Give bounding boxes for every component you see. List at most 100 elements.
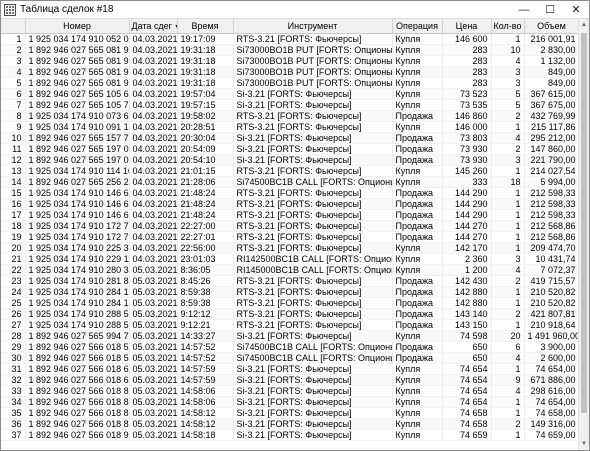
cell-price: 143 140 (442, 308, 492, 320)
cell-quantity: 4 (491, 55, 525, 67)
cell-instrument: Si-3.21 [FORTS: Фьючерсы] (233, 385, 393, 397)
cell-quantity: 10 (491, 44, 525, 56)
cell-trade-number: 1 892 946 027 566 018 811 (25, 385, 130, 397)
column-header-price[interactable]: Цена (442, 19, 492, 34)
table-row[interactable]: 12 1 892 946 027 565 197 030 04.03.2021 20:… (1, 154, 579, 166)
table-row[interactable]: 28 1 892 946 027 565 994 758 05.03.2021 14:… (1, 330, 579, 342)
cell-instrument: Si-3.21 [FORTS: Фьючерсы] (233, 99, 393, 111)
cell-quantity: 1 (491, 165, 525, 177)
table-row[interactable]: 31 1 892 946 027 566 018 685 05.03.2021 14:… (1, 363, 579, 375)
table-row[interactable]: 14 1 892 946 027 565 256 277 04.03.2021 21:… (1, 176, 579, 188)
cell-quantity: 3 (491, 253, 525, 265)
cell-trade-time: 19:31:18 (177, 44, 234, 56)
table-row[interactable]: 35 1 892 946 027 566 018 897 05.03.2021 14:… (1, 407, 579, 419)
cell-trade-number: 1 925 034 174 910 091 199 (25, 121, 130, 133)
cell-trade-time: 19:31:18 (177, 66, 234, 78)
scrollbar-thumb[interactable] (581, 33, 587, 413)
table-row[interactable]: 15 1 925 034 174 910 146 611 04.03.2021 21:… (1, 187, 579, 199)
table-row[interactable]: 25 1 925 034 174 910 284 160 05.03.2021 8:5… (1, 297, 579, 309)
cell-volume: 214 027,54 (524, 165, 579, 177)
cell-instrument: Si73000BO1B PUT [FORTS: Опционы] (233, 44, 393, 56)
table-row[interactable]: 23 1 925 034 174 910 281 888 05.03.2021 8:4… (1, 275, 579, 287)
column-header-date[interactable]: Дата сдег▼ (129, 19, 178, 34)
cell-instrument: Si-3.21 [FORTS: Фьючерсы] (233, 330, 393, 342)
cell-price: 145 260 (442, 165, 492, 177)
title-bar[interactable]: Таблица сделок #18 — ☐ ✕ (1, 1, 589, 19)
table-row[interactable]: 51 892 946 027 565 081 987 04.03.2021 19:3… (1, 77, 579, 89)
cell-operation: Продажа (392, 198, 443, 210)
table-row[interactable]: 21 892 946 027 565 081 984 04.03.2021 19:3… (1, 44, 579, 56)
table-row[interactable]: 13 1 925 034 174 910 114 162 04.03.2021 21:… (1, 165, 579, 177)
cell-volume: 7 072,37 (524, 264, 579, 276)
table-row[interactable]: 32 1 892 946 027 566 018 686 05.03.2021 14:… (1, 374, 579, 386)
cell-trade-date: 04.03.2021 (129, 66, 178, 78)
cell-trade-date: 04.03.2021 (129, 187, 178, 199)
table-row[interactable]: 37 1 892 946 027 566 018 971 05.03.2021 14:… (1, 429, 579, 441)
cell-volume: 367 675,00 (524, 99, 579, 111)
cell-row-index: 18 (1, 220, 26, 232)
column-header-operation[interactable]: Операция (392, 19, 443, 34)
table-row[interactable]: 21 1 925 034 174 910 229 113 04.03.2021 23:… (1, 253, 579, 265)
table-row[interactable]: 81 925 034 174 910 073 687 04.03.2021 19:5… (1, 110, 579, 122)
column-header-time[interactable]: Время (177, 19, 234, 34)
table-row[interactable]: 41 892 946 027 565 081 986 04.03.2021 19:3… (1, 66, 579, 78)
table-row[interactable]: 29 1 892 946 027 566 018 553 05.03.2021 14:… (1, 341, 579, 353)
column-header-number[interactable]: Номер (25, 19, 130, 34)
minimize-button[interactable]: — (511, 1, 537, 19)
table-row[interactable]: 16 1 925 034 174 910 146 612 04.03.2021 21:… (1, 198, 579, 210)
cell-trade-number: 1 892 946 027 566 018 897 (25, 407, 130, 419)
table-row[interactable]: 36 1 892 946 027 566 018 898 05.03.2021 14:… (1, 418, 579, 430)
table-row[interactable]: 31 892 946 027 565 081 985 04.03.2021 19:3… (1, 55, 579, 67)
column-header-instrument[interactable]: Инструмент (233, 19, 393, 34)
table-row[interactable]: 17 1 925 034 174 910 146 613 04.03.2021 21:… (1, 209, 579, 221)
cell-price: 144 290 (442, 198, 492, 210)
cell-price: 73 930 (442, 154, 492, 166)
column-header-qty[interactable]: Кол-во (491, 19, 525, 34)
cell-trade-time: 9:12:21 (177, 319, 234, 331)
maximize-button[interactable]: ☐ (537, 1, 563, 19)
cell-price: 650 (442, 341, 492, 353)
table-row[interactable]: 27 1 925 034 174 910 288 530 05.03.2021 9:1… (1, 319, 579, 331)
table-row[interactable]: 19 1 925 034 174 910 172 790 04.03.2021 22:… (1, 231, 579, 243)
table-row[interactable]: 10 1 892 946 027 565 157 755 04.03.2021 20:… (1, 132, 579, 144)
table-row[interactable]: 91 925 034 174 910 091 199 04.03.2021 20:2… (1, 121, 579, 133)
cell-trade-date: 05.03.2021 (129, 396, 178, 408)
cell-price: 146 000 (442, 121, 492, 133)
cell-price: 74 658 (442, 407, 492, 419)
column-header-num[interactable] (1, 19, 26, 34)
table-row[interactable]: 11 925 034 174 910 052 048 04.03.2021 19:1… (1, 33, 579, 45)
cell-trade-time: 14:33:27 (177, 330, 234, 342)
cell-volume: 74 658,00 (524, 407, 579, 419)
cell-trade-time: 21:01:15 (177, 165, 234, 177)
close-button[interactable]: ✕ (563, 1, 589, 19)
table-row[interactable]: 33 1 892 946 027 566 018 811 05.03.2021 14:… (1, 385, 579, 397)
cell-row-index: 12 (1, 154, 26, 166)
cell-row-index: 33 (1, 385, 26, 397)
table-row[interactable]: 24 1 925 034 174 910 284 159 05.03.2021 8:5… (1, 286, 579, 298)
cell-row-index: 31 (1, 363, 26, 375)
scroll-up-icon[interactable]: ▲ (579, 19, 589, 31)
cell-row-index: 3 (1, 55, 26, 67)
cell-instrument: Si73000BO1B PUT [FORTS: Опционы] (233, 77, 393, 89)
cell-trade-number: 1 892 946 027 565 197 029 (25, 143, 130, 155)
cell-trade-date: 04.03.2021 (129, 88, 178, 100)
cell-volume: 1 132,00 (524, 55, 579, 67)
cell-instrument: Si74500BC1B CALL [FORTS: Опционы] (233, 341, 393, 353)
cell-volume: 212 568,86 (524, 220, 579, 232)
table-row[interactable]: 34 1 892 946 027 566 018 812 05.03.2021 14:… (1, 396, 579, 408)
scroll-down-icon[interactable]: ▼ (579, 438, 589, 450)
cell-trade-date: 04.03.2021 (129, 110, 178, 122)
table-row[interactable]: 61 892 946 027 565 105 608 04.03.2021 19:5… (1, 88, 579, 100)
cell-operation: Продажа (392, 231, 443, 243)
table-row[interactable]: 18 1 925 034 174 910 172 789 04.03.2021 22:… (1, 220, 579, 232)
cell-operation: Продажа (392, 209, 443, 221)
table-row[interactable]: 22 1 925 034 174 910 280 349 05.03.2021 8:3… (1, 264, 579, 276)
table-row[interactable]: 20 1 925 034 174 910 225 351 04.03.2021 22:… (1, 242, 579, 254)
table-row[interactable]: 71 892 946 027 565 105 763 04.03.2021 19:5… (1, 99, 579, 111)
column-header-volume[interactable]: Объем (524, 19, 579, 34)
table-row[interactable]: 30 1 892 946 027 566 018 574 05.03.2021 14:… (1, 352, 579, 364)
cell-volume: 74 659,00 (524, 429, 579, 441)
vertical-scrollbar[interactable]: ▲ ▼ (578, 19, 589, 450)
table-row[interactable]: 11 1 892 946 027 565 197 029 04.03.2021 20:… (1, 143, 579, 155)
table-row[interactable]: 26 1 925 034 174 910 288 526 05.03.2021 9:1… (1, 308, 579, 320)
